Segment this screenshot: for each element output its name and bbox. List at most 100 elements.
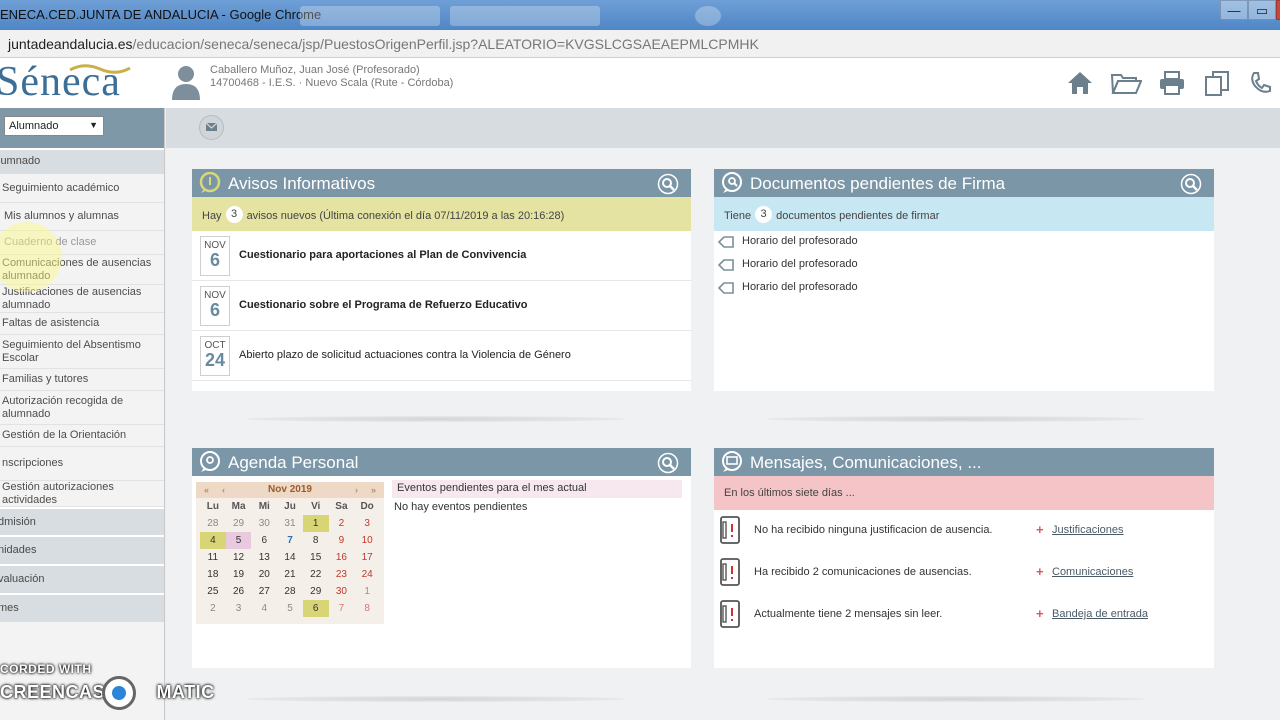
calendar-day[interactable]: 16 bbox=[329, 549, 355, 566]
calendar-day[interactable]: 10 bbox=[354, 532, 380, 549]
maximize-button[interactable]: ▭ bbox=[1248, 0, 1276, 20]
aviso-text[interactable]: Cuestionario para aportaciones al Plan d… bbox=[239, 249, 526, 261]
calendar-day[interactable]: 13 bbox=[251, 549, 277, 566]
calendar-weekday: Mi bbox=[258, 501, 270, 512]
zoom-icon[interactable] bbox=[657, 173, 679, 195]
calendar-day[interactable]: 25 bbox=[200, 583, 226, 600]
calendar-last-button[interactable]: » bbox=[371, 482, 376, 498]
aviso-item[interactable]: NOV 6 Cuestionario para aportaciones al P… bbox=[192, 231, 692, 281]
calendar-day[interactable]: 30 bbox=[329, 583, 355, 600]
calendar-prev-button[interactable]: ‹ bbox=[222, 482, 225, 498]
calendar-weekday: Sa bbox=[335, 501, 348, 512]
address-bar[interactable]: juntadeandalucia.es/educacion/seneca/sen… bbox=[0, 30, 1280, 58]
calendar-weekday: Lu bbox=[206, 501, 219, 512]
calendar-day[interactable]: 22 bbox=[303, 566, 329, 583]
calendar-day[interactable]: 21 bbox=[277, 566, 303, 583]
menu-section-alumnado[interactable]: lumnado bbox=[0, 148, 164, 174]
avisos-suffix: avisos nuevos (Última conexión el día 07… bbox=[246, 210, 565, 222]
calendar-day[interactable]: 20 bbox=[251, 566, 277, 583]
new-tab-button[interactable] bbox=[695, 6, 721, 26]
background-tab[interactable] bbox=[300, 6, 440, 26]
printer-icon[interactable] bbox=[1158, 70, 1186, 96]
calendar-day[interactable]: 28 bbox=[200, 515, 226, 532]
menu-section-unidades[interactable]: nidades bbox=[0, 535, 164, 564]
calendar-day[interactable]: 19 bbox=[226, 566, 252, 583]
calendar-day[interactable]: 29 bbox=[226, 515, 252, 532]
calendar-first-button[interactable]: « bbox=[204, 482, 209, 498]
sidebar-item-absentismo[interactable]: Seguimiento del Absentismo Escolar bbox=[0, 335, 164, 369]
document-label[interactable]: Horario del profesorado bbox=[742, 281, 858, 293]
calendar-day[interactable]: 29 bbox=[303, 583, 329, 600]
aviso-item[interactable]: NOV 6 Cuestionario sobre el Programa de R… bbox=[192, 281, 692, 331]
calendar-day[interactable]: 18 bbox=[200, 566, 226, 583]
aviso-text[interactable]: Abierto plazo de solicitud actuaciones c… bbox=[239, 349, 571, 361]
panel-shadow bbox=[246, 696, 626, 702]
background-tab[interactable] bbox=[450, 6, 600, 26]
calendar-day[interactable]: 27 bbox=[251, 583, 277, 600]
aviso-day: 6 bbox=[209, 300, 220, 320]
url-text[interactable]: juntadeandalucia.es/educacion/seneca/sen… bbox=[8, 36, 759, 52]
calendar-day[interactable]: 3 bbox=[354, 515, 380, 532]
sidebar-item-autorizaciones[interactable]: Gestión autorizaciones actividades bbox=[0, 481, 164, 507]
aviso-item[interactable]: OCT 24 Abierto plazo de solicitud actuaci… bbox=[192, 331, 692, 381]
sidebar-item-autorizacion[interactable]: Autorización recogida de alumnado bbox=[0, 391, 164, 425]
sidebar-item-seguimiento[interactable]: Seguimiento académico bbox=[0, 174, 164, 203]
calendar-day[interactable]: 8 bbox=[303, 532, 329, 549]
calendar-day[interactable]: 31 bbox=[277, 515, 303, 532]
calendar-day[interactable]: 14 bbox=[277, 549, 303, 566]
plus-icon: + bbox=[1036, 522, 1044, 537]
calendar-day[interactable]: 17 bbox=[354, 549, 380, 566]
watermark-word2: MATIC bbox=[156, 682, 215, 702]
calendar-day[interactable]: 4 bbox=[251, 600, 277, 617]
calendar-day[interactable]: 1 bbox=[302, 515, 329, 532]
sidebar-item-faltas[interactable]: Faltas de asistencia bbox=[0, 313, 164, 335]
mail-button[interactable] bbox=[199, 115, 224, 140]
calendar-day[interactable]: 11 bbox=[200, 549, 226, 566]
minimize-button[interactable]: — bbox=[1220, 0, 1248, 20]
justificaciones-link[interactable]: Justificaciones bbox=[1052, 524, 1124, 536]
dropdown-arrow-icon: ▼ bbox=[89, 120, 98, 130]
phone-icon[interactable] bbox=[1248, 70, 1274, 96]
menu-section-informes[interactable]: mes bbox=[0, 593, 164, 622]
message-row: Ha recibido 2 comunicaciones de ausencia… bbox=[714, 552, 1214, 592]
zoom-icon[interactable] bbox=[1180, 173, 1202, 195]
sidebar-item-orientacion[interactable]: Gestión de la Orientación bbox=[0, 425, 164, 447]
calendar-day[interactable]: 3 bbox=[226, 600, 252, 617]
comunicaciones-link[interactable]: Comunicaciones bbox=[1052, 566, 1133, 578]
menu-section-evaluacion[interactable]: valuación bbox=[0, 564, 164, 593]
home-icon[interactable] bbox=[1066, 70, 1094, 96]
calendar-day[interactable]: 1 bbox=[354, 583, 380, 600]
calendar-day[interactable]: 6 bbox=[251, 532, 277, 549]
zoom-icon[interactable] bbox=[657, 452, 679, 474]
documents-icon[interactable] bbox=[1203, 70, 1231, 96]
calendar-day[interactable]: 2 bbox=[329, 515, 355, 532]
calendar-day[interactable]: 8 bbox=[354, 600, 380, 617]
aviso-text[interactable]: Cuestionario sobre el Programa de Refuer… bbox=[239, 299, 528, 311]
calendar-day[interactable]: 7 bbox=[329, 600, 355, 617]
calendar-day[interactable]: 9 bbox=[329, 532, 355, 549]
close-button[interactable]: ✕ bbox=[1276, 0, 1280, 20]
profile-select[interactable]: Alumnado ▼ bbox=[4, 116, 104, 136]
menu-section-admision[interactable]: dmisión bbox=[0, 507, 164, 535]
document-label[interactable]: Horario del profesorado bbox=[742, 235, 858, 247]
app-header: Séneca Caballero Muñoz, Juan José (Profe… bbox=[0, 58, 1280, 108]
calendar-day[interactable]: 4 bbox=[200, 532, 226, 549]
calendar-day[interactable]: 7 bbox=[277, 532, 303, 549]
document-label[interactable]: Horario del profesorado bbox=[742, 258, 858, 270]
bandeja-entrada-link[interactable]: Bandeja de entrada bbox=[1052, 608, 1148, 620]
sidebar-item-inscripciones[interactable]: nscripciones bbox=[0, 447, 164, 481]
calendar-day[interactable]: 26 bbox=[226, 583, 252, 600]
calendar-day[interactable]: 15 bbox=[303, 549, 329, 566]
calendar-day[interactable]: 24 bbox=[354, 566, 380, 583]
calendar-day[interactable]: 30 bbox=[251, 515, 277, 532]
calendar-day[interactable]: 6 bbox=[302, 600, 329, 617]
calendar-day[interactable]: 2 bbox=[200, 600, 226, 617]
calendar-day[interactable]: 5 bbox=[225, 532, 252, 549]
calendar-day[interactable]: 23 bbox=[329, 566, 355, 583]
calendar-day[interactable]: 28 bbox=[277, 583, 303, 600]
calendar-day[interactable]: 5 bbox=[277, 600, 303, 617]
calendar-day[interactable]: 12 bbox=[226, 549, 252, 566]
sidebar-item-familias[interactable]: Familias y tutores bbox=[0, 369, 164, 391]
folder-open-icon[interactable] bbox=[1110, 70, 1142, 96]
calendar-next-button[interactable]: › bbox=[355, 482, 358, 498]
